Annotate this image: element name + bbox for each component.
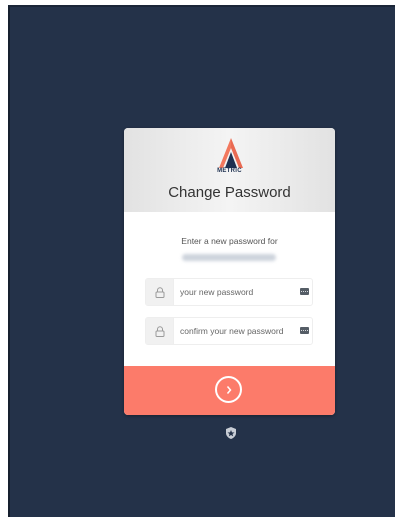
change-password-card: METRIC Change Password Enter a new passw… (124, 128, 335, 415)
password-manager-icon[interactable] (300, 288, 309, 295)
password-manager-icon[interactable] (300, 327, 309, 334)
page-title: Change Password (168, 184, 291, 201)
new-password-field[interactable] (145, 278, 313, 306)
shield-badge-icon (226, 427, 236, 439)
lock-icon (146, 318, 174, 344)
chevron-right-icon (215, 376, 242, 403)
lock-icon (146, 279, 174, 305)
account-email-redacted (182, 254, 276, 261)
confirm-password-field[interactable] (145, 317, 313, 345)
new-password-input[interactable] (180, 279, 292, 305)
submit-button[interactable] (124, 366, 335, 415)
instruction-text: Enter a new password for (181, 236, 278, 246)
confirm-password-input[interactable] (180, 318, 292, 344)
brand-name: METRIC (217, 168, 242, 174)
app-background: METRIC Change Password Enter a new passw… (8, 5, 395, 517)
card-header: METRIC Change Password (124, 128, 335, 212)
metric-logo (219, 138, 243, 168)
